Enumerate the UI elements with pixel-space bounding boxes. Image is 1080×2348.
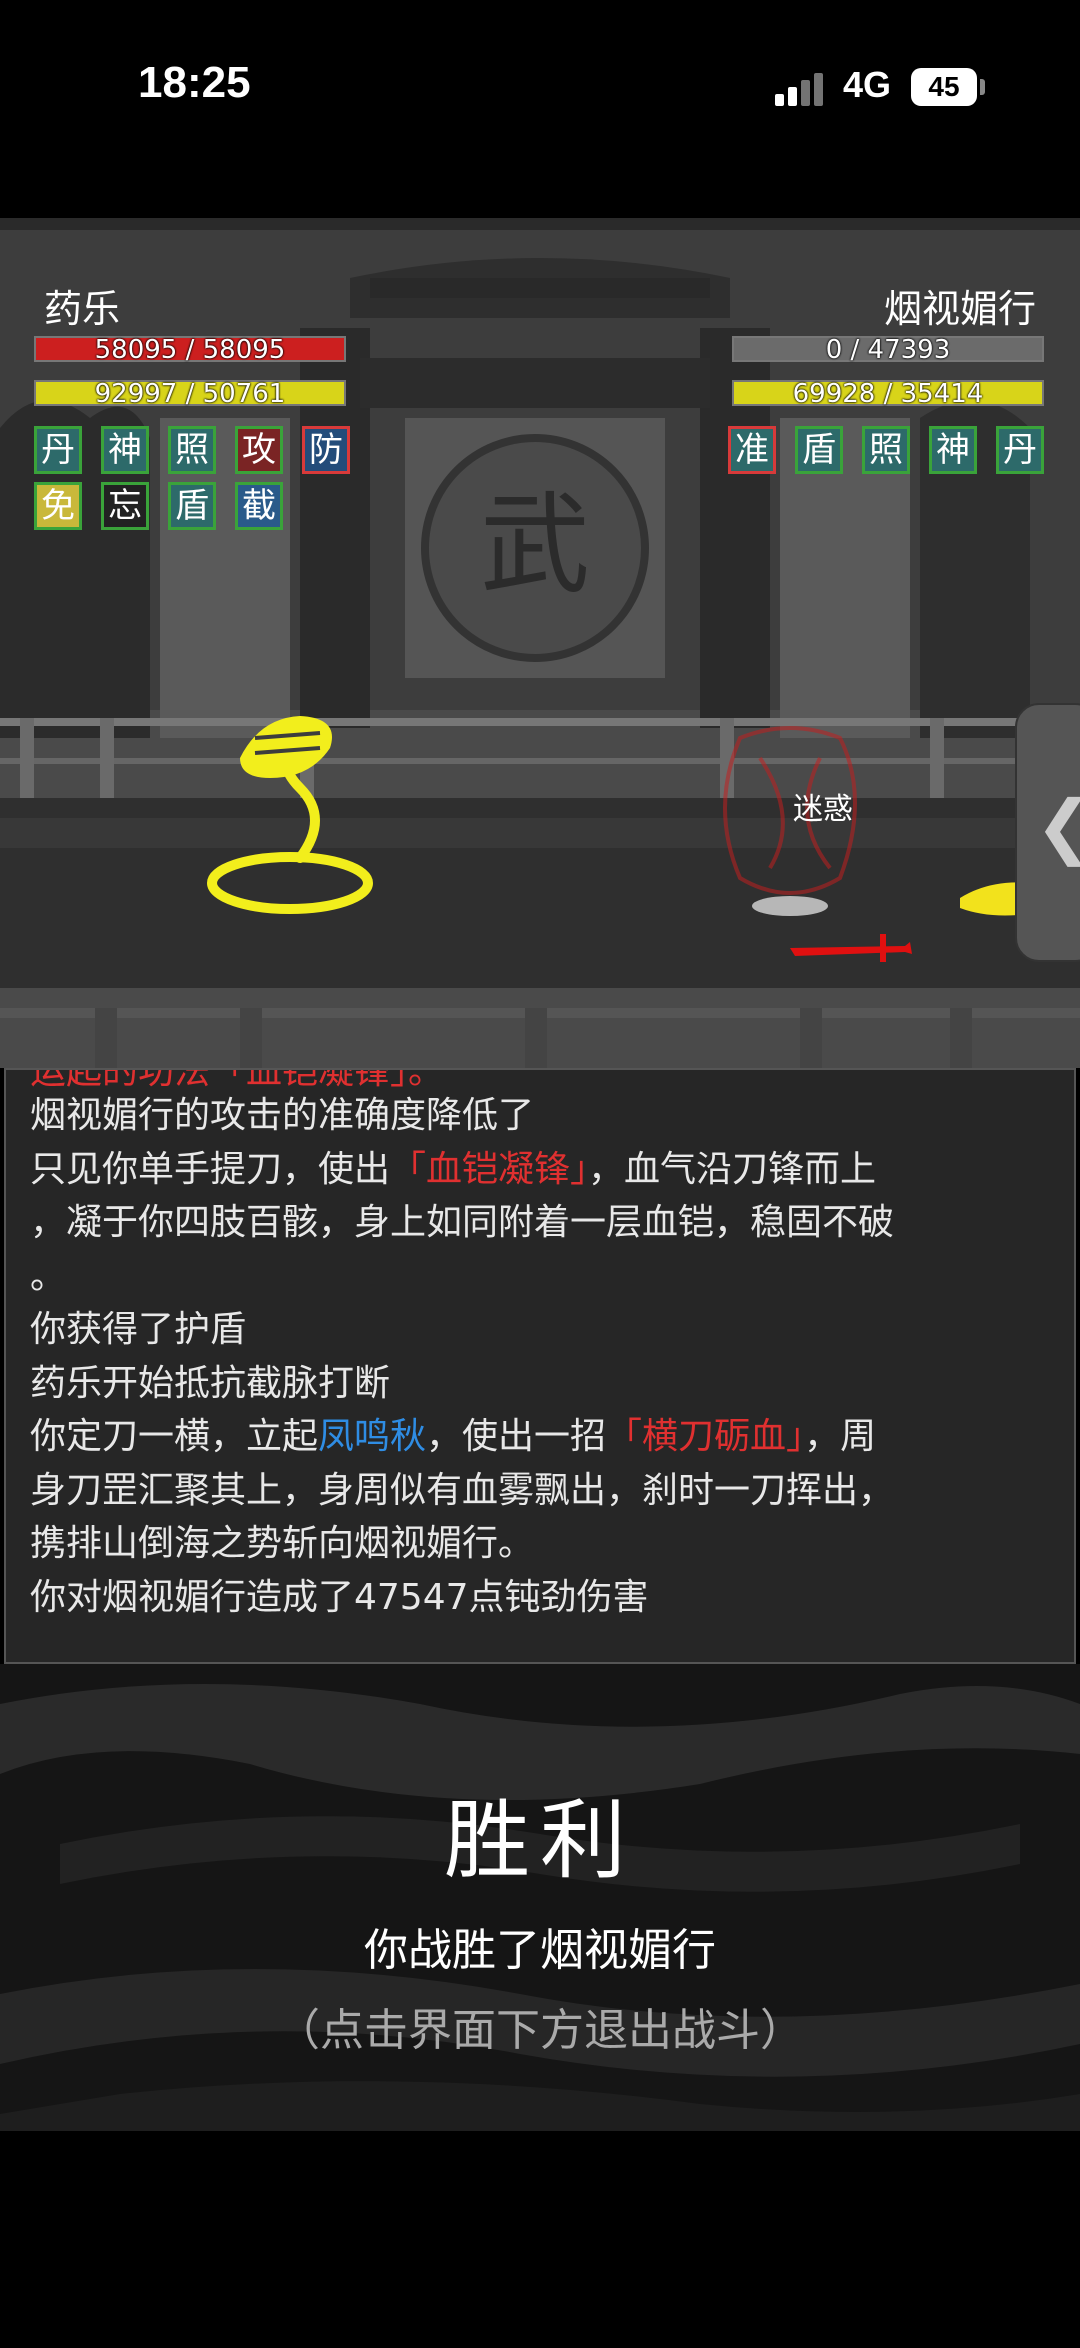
player-mp-bar: 92997 / 50761 — [34, 379, 346, 409]
player-buff-zhao[interactable]: 照 — [168, 426, 216, 474]
skill-name: 「横刀砺血」 — [606, 1416, 805, 1457]
player-buff-gong[interactable]: 攻 — [235, 426, 283, 474]
enemy-mp-bar: 69928 / 35414 — [732, 379, 1044, 409]
enemy-name: 烟视媚行 — [883, 287, 1036, 331]
chevron-left-icon: ❮ — [1035, 785, 1080, 867]
enemy-buff-zhun[interactable]: 准 — [728, 426, 776, 474]
battery-tip — [980, 79, 985, 95]
log-line: 你获得了护盾 — [30, 1309, 247, 1350]
victory-subtitle: 你战胜了烟视媚行 — [364, 1925, 716, 1976]
network-type: 4G — [843, 64, 892, 105]
enemy-mp-text: 69928 / 35414 — [792, 379, 984, 409]
player-mp-text: 92997 / 50761 — [94, 379, 286, 409]
player-buff-fang[interactable]: 防 — [302, 426, 350, 474]
clock: 18:25 — [138, 58, 251, 107]
log-line: 携排山倒海之势斩向烟视媚行。 — [30, 1523, 535, 1564]
log-line: 你定刀一横，立起凤鸣秋，使出一招「横刀砺血」，周 — [30, 1416, 877, 1457]
battery-icon: 45 — [911, 68, 977, 106]
skill-name: 「血铠凝锋」 — [390, 1148, 589, 1190]
player-buff-mian[interactable]: 免 — [34, 482, 82, 530]
player-buff-wang[interactable]: 忘 — [101, 482, 149, 530]
log-line: 只见你单手提刀，使出「血铠凝锋」，血气沿刀锋而上 — [30, 1148, 877, 1190]
enemy-status-label: 迷惑 — [793, 792, 853, 827]
log-line: 。 — [30, 1255, 67, 1297]
log-line: 你对烟视媚行造成了47547点钝劲伤害 — [30, 1576, 649, 1618]
status-bar: 18:25 4G 45 — [0, 0, 1080, 180]
player-buff-shen[interactable]: 神 — [101, 426, 149, 474]
log-line: 身刀罡汇聚其上，身周似有血雾飘出，刹时一刀挥出， — [30, 1469, 895, 1511]
enemy-buff-dan[interactable]: 丹 — [996, 426, 1044, 474]
exit-battle-hint[interactable]: （点击界面下方退出战斗） — [0, 1994, 1080, 2058]
enemy-buff-dun[interactable]: 盾 — [795, 426, 843, 474]
log-line: 烟视媚行的攻击的准确度降低了 — [30, 1095, 535, 1136]
player-name: 药乐 — [44, 287, 121, 331]
player-hp-bar: 58095 / 58095 — [34, 335, 346, 365]
svg-text:武: 武 — [480, 481, 590, 609]
battle-scene[interactable]: 武 药乐 58095 / 58095 92997 / 50761 丹 神 照 攻… — [0, 218, 1080, 1068]
weapon-name: 凤鸣秋 — [318, 1416, 427, 1457]
side-panel-toggle[interactable]: ❮ — [1015, 703, 1080, 962]
signal-icon — [775, 72, 827, 106]
victory-title: 胜利 — [444, 1791, 636, 1891]
battery-level: 45 — [928, 71, 960, 102]
player-buff-dun[interactable]: 盾 — [168, 482, 216, 530]
enemy-hp-text: 0 / 47393 — [825, 335, 951, 365]
enemy-buff-shen[interactable]: 神 — [929, 426, 977, 474]
battle-log[interactable]: 运起的功法「血铠凝锋」。 烟视媚行的攻击的准确度降低了 只见你单手提刀，使出「血… — [4, 1068, 1076, 1664]
player-hp-text: 58095 / 58095 — [94, 335, 286, 365]
enemy-hp-bar: 0 / 47393 — [732, 335, 1044, 365]
log-line: 药乐开始抵抗截脉打断 — [30, 1362, 391, 1404]
ink-swirl-background — [0, 1684, 1080, 2131]
log-line-cut: 运起的功法「血铠凝锋」。 — [30, 1068, 445, 1089]
log-line: ，凝于你四肢百骸，身上如同附着一层血铠，稳固不破 — [30, 1202, 895, 1243]
enemy-buff-zhao[interactable]: 照 — [862, 426, 910, 474]
victory-panel[interactable]: 胜利 你战胜了烟视媚行 （点击界面下方退出战斗） — [0, 1664, 1080, 2131]
player-buff-jie[interactable]: 截 — [235, 482, 283, 530]
player-buff-dan[interactable]: 丹 — [34, 426, 82, 474]
